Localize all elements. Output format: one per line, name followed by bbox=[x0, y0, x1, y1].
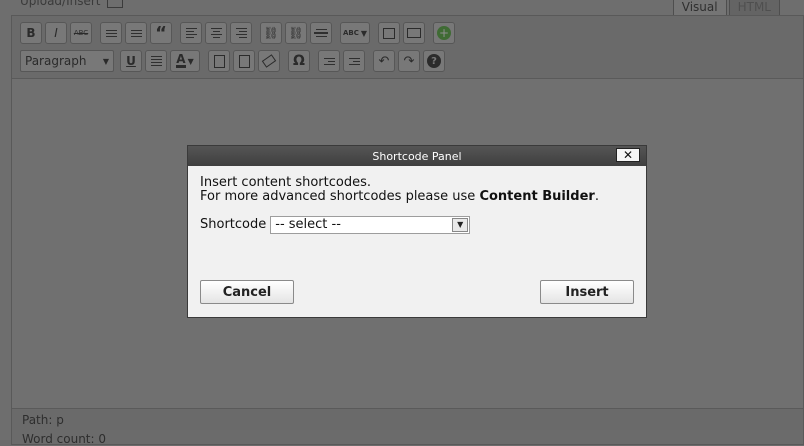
line2-suffix: . bbox=[594, 189, 599, 204]
underline-button[interactable]: U bbox=[120, 50, 142, 72]
line2-prefix: For more advanced shortcodes please use bbox=[200, 189, 480, 204]
unlink-icon: ⛓ bbox=[288, 26, 304, 40]
shortcode-panel-dialog: Shortcode Panel ✕ Insert content shortco… bbox=[187, 145, 647, 318]
insert-button[interactable]: Insert bbox=[540, 280, 634, 304]
chevron-down-icon[interactable]: ▼ bbox=[361, 29, 367, 38]
align-left-icon bbox=[185, 27, 197, 39]
redo-icon: ↷ bbox=[403, 53, 415, 69]
align-right-button[interactable] bbox=[230, 22, 252, 44]
paste-word-button[interactable] bbox=[233, 50, 255, 72]
content-builder-text: Content Builder bbox=[479, 189, 595, 204]
upload-insert[interactable]: Upload/Insert bbox=[20, 0, 123, 8]
paste-text-icon bbox=[213, 54, 225, 68]
shortcode-label: Shortcode bbox=[200, 217, 267, 232]
more-tag-icon bbox=[314, 28, 328, 38]
blockquote-button[interactable]: “ bbox=[150, 22, 172, 44]
help-button[interactable]: ? bbox=[423, 50, 445, 72]
special-char-button[interactable]: Ω bbox=[288, 50, 310, 72]
add-shortcode-button[interactable]: + bbox=[433, 22, 455, 44]
word-count: Word count: 0 bbox=[22, 432, 107, 446]
shortcode-select[interactable]: -- select -- ▼ bbox=[270, 216, 471, 234]
status-bar: Path: p bbox=[12, 408, 803, 430]
text-color-button[interactable]: A ▼ bbox=[170, 50, 200, 72]
chevron-down-icon[interactable]: ▼ bbox=[188, 57, 194, 66]
shortcode-row: Shortcode -- select -- ▼ bbox=[200, 216, 634, 234]
kitchen-sink-button[interactable] bbox=[403, 22, 425, 44]
fullscreen-button[interactable] bbox=[378, 22, 400, 44]
cancel-button[interactable]: Cancel bbox=[200, 280, 294, 304]
align-left-button[interactable] bbox=[180, 22, 202, 44]
bullet-list-button[interactable] bbox=[100, 22, 122, 44]
help-icon: ? bbox=[427, 54, 441, 68]
undo-icon: ↶ bbox=[378, 53, 390, 69]
toolbar-row-2: Paragraph ▼ U A ▼ Ω ↶ ↷ ? bbox=[20, 49, 448, 73]
numbered-list-icon bbox=[130, 29, 142, 38]
bold-button[interactable]: B bbox=[20, 22, 42, 44]
redo-button[interactable]: ↷ bbox=[398, 50, 420, 72]
strikethrough-button[interactable]: ABC bbox=[70, 22, 92, 44]
justify-button[interactable] bbox=[145, 50, 167, 72]
dialog-title-bar: Shortcode Panel ✕ bbox=[188, 146, 646, 166]
close-button[interactable]: ✕ bbox=[616, 148, 640, 162]
media-icon[interactable] bbox=[106, 0, 123, 8]
more-tag-button[interactable] bbox=[310, 22, 332, 44]
link-button[interactable]: ⛓ bbox=[260, 22, 282, 44]
dialog-description-line2: For more advanced shortcodes please use … bbox=[200, 190, 634, 204]
unlink-button[interactable]: ⛓ bbox=[285, 22, 307, 44]
omega-icon: Ω bbox=[293, 53, 305, 69]
dialog-body: Insert content shortcodes. For more adva… bbox=[188, 166, 646, 234]
shortcode-select-value: -- select -- bbox=[275, 217, 341, 232]
outdent-button[interactable] bbox=[318, 50, 340, 72]
indent-button[interactable] bbox=[343, 50, 365, 72]
close-icon: ✕ bbox=[622, 148, 634, 162]
paste-text-button[interactable] bbox=[208, 50, 230, 72]
spellcheck-icon: ABC bbox=[342, 29, 359, 37]
format-select-value: Paragraph bbox=[25, 54, 87, 68]
chevron-down-icon: ▼ bbox=[102, 56, 109, 66]
fullscreen-icon bbox=[383, 27, 395, 39]
bullet-list-icon bbox=[105, 29, 117, 38]
align-right-icon bbox=[235, 27, 247, 39]
editor-toolbar: B I ABC “ ⛓ ⛓ ABC ▼ + Paragraph ▼ U A ▼ … bbox=[12, 16, 803, 79]
eraser-icon bbox=[261, 54, 277, 68]
plus-icon: + bbox=[437, 26, 451, 40]
underline-icon: U bbox=[126, 54, 136, 68]
spellcheck-button[interactable]: ABC ▼ bbox=[340, 22, 370, 44]
blockquote-icon: “ bbox=[155, 22, 167, 44]
keyboard-icon bbox=[407, 28, 421, 38]
upload-insert-label[interactable]: Upload/Insert bbox=[20, 0, 101, 8]
numbered-list-button[interactable] bbox=[125, 22, 147, 44]
align-center-icon bbox=[210, 27, 222, 39]
italic-button[interactable]: I bbox=[45, 22, 67, 44]
strikethrough-icon: ABC bbox=[73, 29, 89, 37]
italic-icon: I bbox=[54, 26, 58, 40]
undo-button[interactable]: ↶ bbox=[373, 50, 395, 72]
path-label: Path: bbox=[22, 412, 53, 427]
path-value[interactable]: p bbox=[56, 413, 64, 427]
dialog-title: Shortcode Panel bbox=[372, 149, 462, 163]
format-select[interactable]: Paragraph ▼ bbox=[20, 50, 114, 72]
toolbar-row-1: B I ABC “ ⛓ ⛓ ABC ▼ + bbox=[20, 21, 458, 45]
dialog-description-line1: Insert content shortcodes. bbox=[200, 175, 371, 190]
bold-icon: B bbox=[26, 26, 36, 40]
paste-word-icon bbox=[238, 54, 250, 68]
link-icon: ⛓ bbox=[263, 26, 279, 40]
chevron-down-icon[interactable]: ▼ bbox=[452, 218, 469, 232]
indent-icon bbox=[348, 57, 360, 66]
remove-format-button[interactable] bbox=[258, 50, 280, 72]
outdent-icon bbox=[323, 57, 335, 66]
justify-icon bbox=[150, 55, 162, 67]
align-center-button[interactable] bbox=[205, 22, 227, 44]
text-color-icon: A bbox=[176, 52, 186, 68]
